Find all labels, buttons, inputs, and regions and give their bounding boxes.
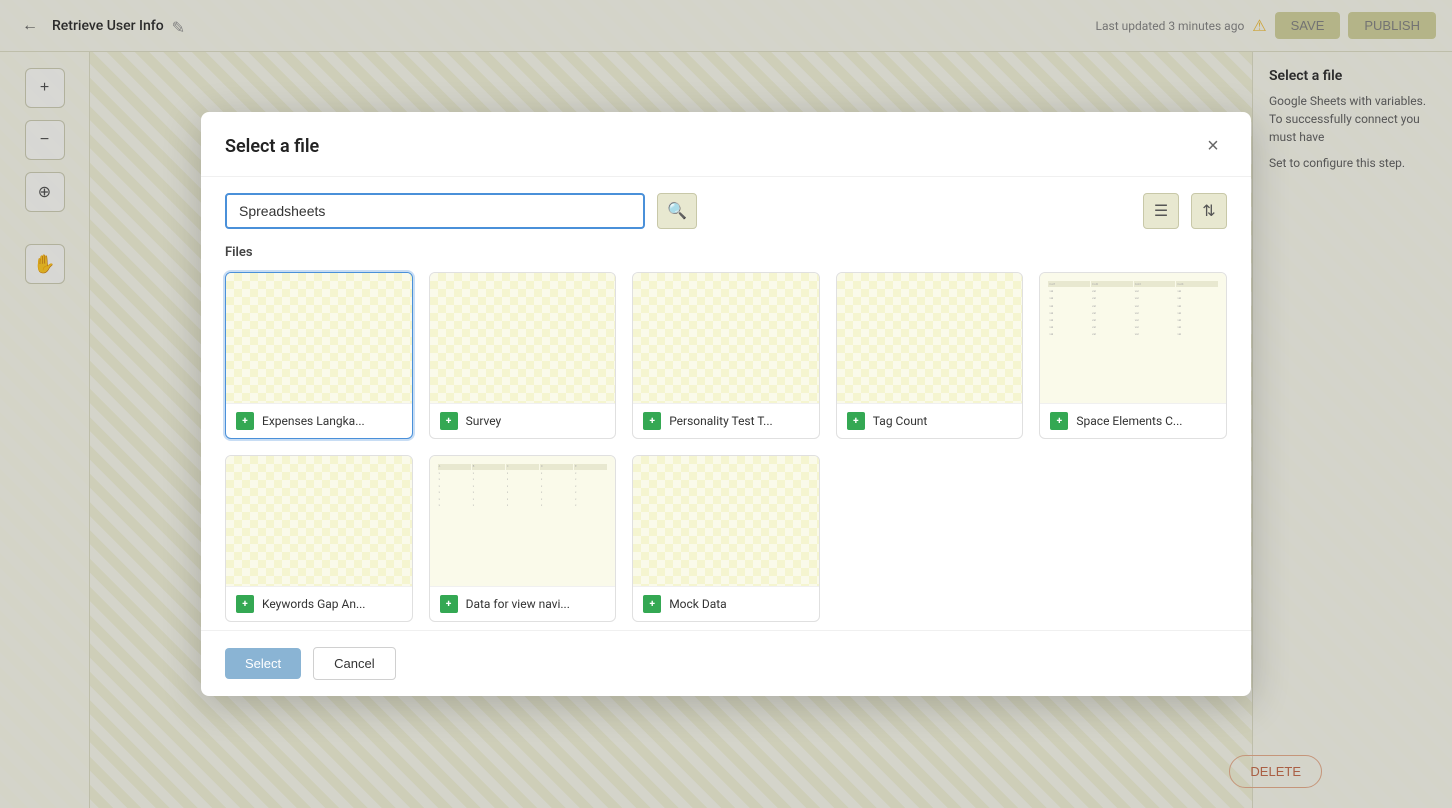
- file-info-keywords: + Keywords Gap An...: [226, 586, 412, 621]
- sheet-icon-keywords: +: [236, 595, 254, 613]
- sort-icon: ⇅: [1202, 201, 1215, 221]
- file-grid-row1: + Expenses Langka... + Survey: [225, 272, 1227, 439]
- file-thumbnail-tagcount: [837, 273, 1023, 403]
- search-icon: 🔍: [667, 201, 687, 221]
- file-info-mockdata: + Mock Data: [633, 586, 819, 621]
- file-info-survey: + Survey: [430, 403, 616, 438]
- file-info-personality: + Personality Test T...: [633, 403, 819, 438]
- list-icon: ☰: [1154, 201, 1168, 221]
- empty-slot-2: [1039, 455, 1227, 622]
- file-name-space: Space Elements C...: [1076, 414, 1182, 428]
- file-card-mockdata[interactable]: + Mock Data: [632, 455, 820, 622]
- thumbnail-table-dataview: ABCDE xxxxx xxxxx xxxxx xxxxx xxxxx xxxx…: [438, 464, 608, 578]
- modal-header: Select a file ×: [201, 112, 1251, 177]
- search-button[interactable]: 🔍: [657, 193, 697, 229]
- file-name-survey: Survey: [466, 414, 502, 428]
- file-card-expenses[interactable]: + Expenses Langka...: [225, 272, 413, 439]
- file-name-keywords: Keywords Gap An...: [262, 597, 365, 611]
- empty-slot-1: [836, 455, 1024, 622]
- cancel-button[interactable]: Cancel: [313, 647, 395, 680]
- search-area: 🔍 ☰ ⇅: [201, 177, 1251, 245]
- file-card-survey[interactable]: + Survey: [429, 272, 617, 439]
- file-card-dataview[interactable]: ABCDE xxxxx xxxxx xxxxx xxxxx xxxxx xxxx…: [429, 455, 617, 622]
- thumbnail-table-space: Col1Col2Col3Col4 valvalvalval valvalvalv…: [1048, 281, 1218, 395]
- file-card-space[interactable]: Col1Col2Col3Col4 valvalvalval valvalvalv…: [1039, 272, 1227, 439]
- sheet-icon-expenses: +: [236, 412, 254, 430]
- search-input[interactable]: [225, 193, 645, 229]
- sheet-icon-tagcount: +: [847, 412, 865, 430]
- file-thumbnail-dataview: ABCDE xxxxx xxxxx xxxxx xxxxx xxxxx xxxx…: [430, 456, 616, 586]
- file-thumbnail-keywords: [226, 456, 412, 586]
- select-file-modal: Select a file × 🔍 ☰ ⇅ Files: [201, 112, 1251, 696]
- sheet-icon-survey: +: [440, 412, 458, 430]
- view-sort-button[interactable]: ⇅: [1191, 193, 1227, 229]
- file-name-mockdata: Mock Data: [669, 597, 727, 611]
- sheet-icon-personality: +: [643, 412, 661, 430]
- file-name-expenses: Expenses Langka...: [262, 414, 365, 428]
- file-card-keywords[interactable]: + Keywords Gap An...: [225, 455, 413, 622]
- file-info-space: + Space Elements C...: [1040, 403, 1226, 438]
- sheet-icon-mockdata: +: [643, 595, 661, 613]
- file-name-personality: Personality Test T...: [669, 414, 772, 428]
- modal-title: Select a file: [225, 136, 319, 157]
- file-grid-row2: + Keywords Gap An... ABCDE xxxxx xxxxx x…: [225, 455, 1227, 622]
- modal-close-button[interactable]: ×: [1199, 132, 1227, 160]
- file-card-tagcount[interactable]: + Tag Count: [836, 272, 1024, 439]
- file-thumbnail-personality: [633, 273, 819, 403]
- file-name-tagcount: Tag Count: [873, 414, 928, 428]
- file-info-expenses: + Expenses Langka...: [226, 403, 412, 438]
- files-section: Files + Expenses Langka... + Survey: [201, 245, 1251, 630]
- view-list-button[interactable]: ☰: [1143, 193, 1179, 229]
- file-info-dataview: + Data for view navi...: [430, 586, 616, 621]
- file-card-personality[interactable]: + Personality Test T...: [632, 272, 820, 439]
- modal-footer: Select Cancel: [201, 630, 1251, 696]
- file-info-tagcount: + Tag Count: [837, 403, 1023, 438]
- modal-overlay: Select a file × 🔍 ☰ ⇅ Files: [0, 0, 1452, 808]
- sheet-icon-space: +: [1050, 412, 1068, 430]
- files-label: Files: [225, 245, 1227, 260]
- select-button[interactable]: Select: [225, 648, 301, 679]
- file-thumbnail-expenses: [226, 273, 412, 403]
- file-thumbnail-space: Col1Col2Col3Col4 valvalvalval valvalvalv…: [1040, 273, 1226, 403]
- file-thumbnail-survey: [430, 273, 616, 403]
- file-thumbnail-mockdata: [633, 456, 819, 586]
- sheet-icon-dataview: +: [440, 595, 458, 613]
- file-name-dataview: Data for view navi...: [466, 597, 570, 611]
